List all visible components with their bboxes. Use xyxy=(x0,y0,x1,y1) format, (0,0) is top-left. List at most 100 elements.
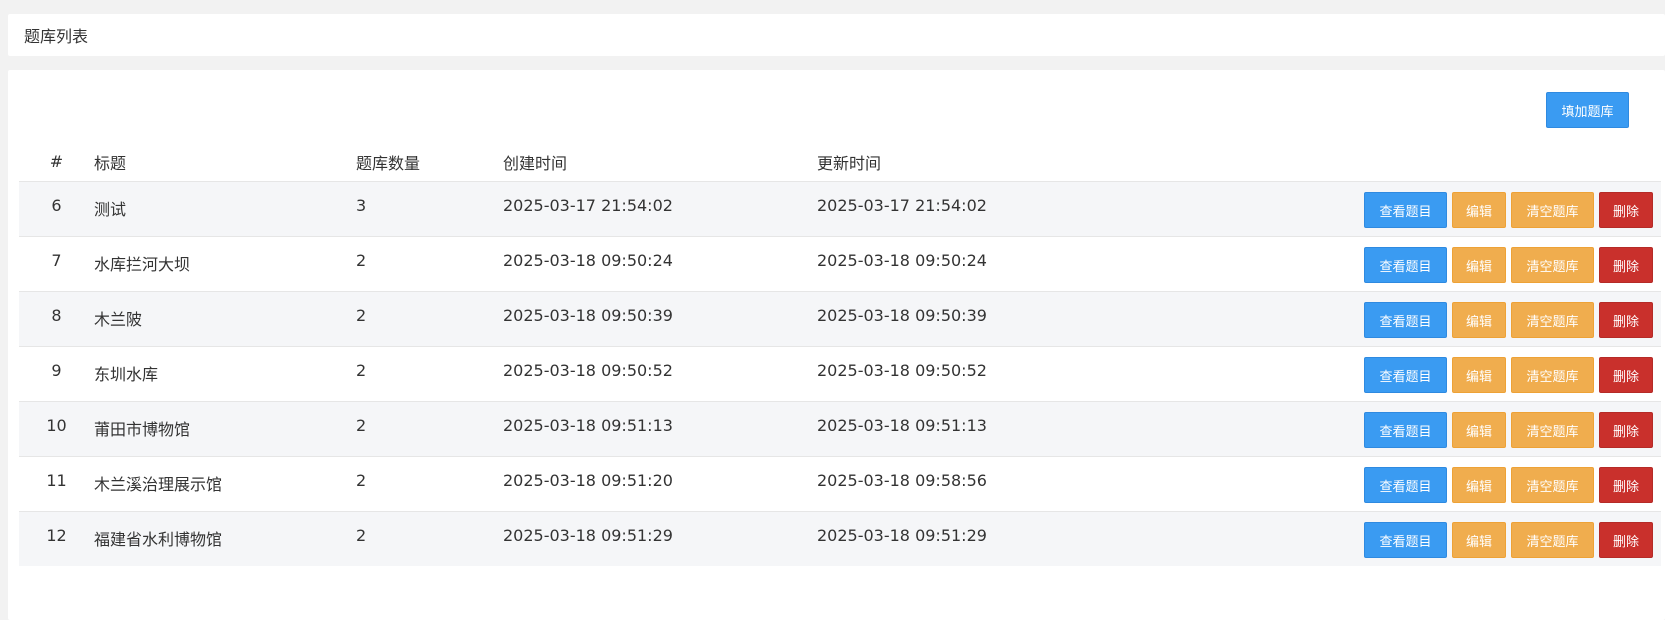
row-id-cell: 11 xyxy=(19,456,94,512)
row-actions: 查看题目 编辑 清空题库 删除 xyxy=(1317,457,1661,503)
delete-button[interactable]: 删除 xyxy=(1599,302,1653,338)
row-actions-cell: 查看题目 编辑 清空题库 删除 xyxy=(1317,512,1661,567)
row-updated-cell: 2025-03-17 21:54:02 xyxy=(817,181,1317,237)
column-header-created: 创建时间 xyxy=(503,142,817,182)
row-id-cell: 10 xyxy=(19,401,94,457)
row-updated-time: 2025-03-17 21:54:02 xyxy=(817,196,987,215)
view-questions-button[interactable]: 查看题目 xyxy=(1364,192,1447,228)
column-header-title: 标题 xyxy=(94,142,356,182)
edit-button[interactable]: 编辑 xyxy=(1452,302,1506,338)
clear-bank-button[interactable]: 清空题库 xyxy=(1511,522,1594,558)
row-updated-time: 2025-03-18 09:51:29 xyxy=(817,526,987,545)
question-bank-card: 填加题库 # 标题 题库数量 创建时间 更新时间 6 测试 3 2025-03-… xyxy=(8,70,1665,620)
row-id: 8 xyxy=(51,306,62,325)
view-questions-button[interactable]: 查看题目 xyxy=(1364,522,1447,558)
row-id-cell: 6 xyxy=(19,181,94,237)
row-actions-cell: 查看题目 编辑 清空题库 删除 xyxy=(1317,401,1661,457)
delete-button[interactable]: 删除 xyxy=(1599,412,1653,448)
clear-bank-button[interactable]: 清空题库 xyxy=(1511,192,1594,228)
row-title-cell: 水库拦河大坝 xyxy=(94,236,356,292)
delete-button[interactable]: 删除 xyxy=(1599,522,1653,558)
row-created-time: 2025-03-18 09:51:13 xyxy=(503,416,673,435)
table-row: 7 水库拦河大坝 2 2025-03-18 09:50:24 2025-03-1… xyxy=(19,236,1661,292)
row-actions: 查看题目 编辑 清空题库 删除 xyxy=(1317,402,1661,448)
table-row: 10 莆田市博物馆 2 2025-03-18 09:51:13 2025-03-… xyxy=(19,401,1661,457)
row-count-cell: 2 xyxy=(356,236,503,292)
row-actions: 查看题目 编辑 清空题库 删除 xyxy=(1317,182,1661,228)
row-count-cell: 2 xyxy=(356,346,503,402)
row-created-time: 2025-03-18 09:50:24 xyxy=(503,251,673,270)
column-header-id: # xyxy=(19,142,94,182)
delete-button[interactable]: 删除 xyxy=(1599,467,1653,503)
edit-button[interactable]: 编辑 xyxy=(1452,247,1506,283)
row-title-cell: 莆田市博物馆 xyxy=(94,401,356,457)
row-count: 2 xyxy=(356,416,367,435)
clear-bank-button[interactable]: 清空题库 xyxy=(1511,412,1594,448)
row-created-time: 2025-03-17 21:54:02 xyxy=(503,196,673,215)
row-updated-cell: 2025-03-18 09:51:29 xyxy=(817,512,1317,567)
view-questions-button[interactable]: 查看题目 xyxy=(1364,412,1447,448)
row-title: 木兰陂 xyxy=(94,310,143,329)
row-created-cell: 2025-03-18 09:50:24 xyxy=(503,236,817,292)
row-title: 测试 xyxy=(94,200,127,219)
row-updated-cell: 2025-03-18 09:50:39 xyxy=(817,291,1317,347)
row-count-cell: 2 xyxy=(356,456,503,512)
delete-button[interactable]: 删除 xyxy=(1599,192,1653,228)
clear-bank-button[interactable]: 清空题库 xyxy=(1511,357,1594,393)
row-actions: 查看题目 编辑 清空题库 删除 xyxy=(1317,292,1661,338)
row-id: 6 xyxy=(51,196,62,215)
delete-button[interactable]: 删除 xyxy=(1599,357,1653,393)
add-question-bank-button[interactable]: 填加题库 xyxy=(1546,92,1629,128)
view-questions-button[interactable]: 查看题目 xyxy=(1364,247,1447,283)
view-questions-button[interactable]: 查看题目 xyxy=(1364,467,1447,503)
row-count: 2 xyxy=(356,471,367,490)
row-count: 2 xyxy=(356,361,367,380)
row-title-cell: 木兰陂 xyxy=(94,291,356,347)
edit-button[interactable]: 编辑 xyxy=(1452,192,1506,228)
edit-button[interactable]: 编辑 xyxy=(1452,467,1506,503)
edit-button[interactable]: 编辑 xyxy=(1452,412,1506,448)
row-id: 10 xyxy=(46,416,67,435)
row-id-cell: 8 xyxy=(19,291,94,347)
row-created-cell: 2025-03-18 09:50:39 xyxy=(503,291,817,347)
row-actions-cell: 查看题目 编辑 清空题库 删除 xyxy=(1317,236,1661,292)
row-id: 7 xyxy=(51,251,62,270)
question-bank-table: # 标题 题库数量 创建时间 更新时间 6 测试 3 2025-03-17 21… xyxy=(19,142,1661,566)
row-created-cell: 2025-03-18 09:51:29 xyxy=(503,512,817,567)
row-title: 木兰溪治理展示馆 xyxy=(94,475,223,494)
row-title-cell: 木兰溪治理展示馆 xyxy=(94,456,356,512)
row-created-time: 2025-03-18 09:50:39 xyxy=(503,306,673,325)
row-updated-cell: 2025-03-18 09:51:13 xyxy=(817,401,1317,457)
row-count: 3 xyxy=(356,196,367,215)
row-updated-time: 2025-03-18 09:50:39 xyxy=(817,306,987,325)
row-count: 2 xyxy=(356,251,367,270)
view-questions-button[interactable]: 查看题目 xyxy=(1364,302,1447,338)
row-id: 12 xyxy=(46,526,67,545)
row-created-cell: 2025-03-18 09:51:13 xyxy=(503,401,817,457)
row-count-cell: 2 xyxy=(356,401,503,457)
row-title: 福建省水利博物馆 xyxy=(94,530,223,549)
delete-button[interactable]: 删除 xyxy=(1599,247,1653,283)
table-row: 6 测试 3 2025-03-17 21:54:02 2025-03-17 21… xyxy=(19,181,1661,237)
row-updated-cell: 2025-03-18 09:58:56 xyxy=(817,456,1317,512)
table-row: 9 东圳水库 2 2025-03-18 09:50:52 2025-03-18 … xyxy=(19,346,1661,402)
page-header: 题库列表 xyxy=(8,14,1665,56)
row-actions: 查看题目 编辑 清空题库 删除 xyxy=(1317,512,1661,558)
row-id-cell: 12 xyxy=(19,512,94,567)
row-actions-cell: 查看题目 编辑 清空题库 删除 xyxy=(1317,346,1661,402)
row-id: 9 xyxy=(51,361,62,380)
clear-bank-button[interactable]: 清空题库 xyxy=(1511,247,1594,283)
clear-bank-button[interactable]: 清空题库 xyxy=(1511,302,1594,338)
clear-bank-button[interactable]: 清空题库 xyxy=(1511,467,1594,503)
row-created-cell: 2025-03-18 09:50:52 xyxy=(503,346,817,402)
row-title: 东圳水库 xyxy=(94,365,159,384)
row-id-cell: 9 xyxy=(19,346,94,402)
edit-button[interactable]: 编辑 xyxy=(1452,357,1506,393)
view-questions-button[interactable]: 查看题目 xyxy=(1364,357,1447,393)
row-count-cell: 2 xyxy=(356,291,503,347)
row-created-time: 2025-03-18 09:51:20 xyxy=(503,471,673,490)
row-created-cell: 2025-03-18 09:51:20 xyxy=(503,456,817,512)
row-created-time: 2025-03-18 09:51:29 xyxy=(503,526,673,545)
table-row: 8 木兰陂 2 2025-03-18 09:50:39 2025-03-18 0… xyxy=(19,291,1661,347)
edit-button[interactable]: 编辑 xyxy=(1452,522,1506,558)
